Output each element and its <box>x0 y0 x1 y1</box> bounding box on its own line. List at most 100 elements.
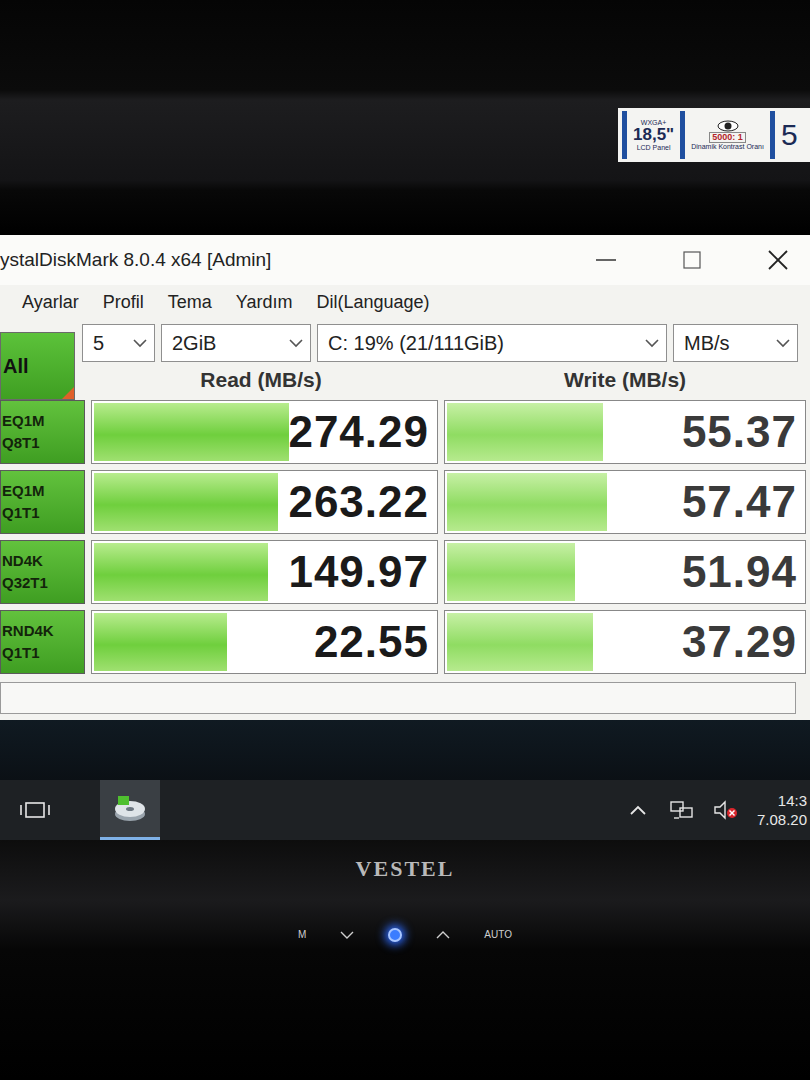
monitor-buttons: M AUTO <box>298 927 512 942</box>
power-button[interactable] <box>388 928 402 942</box>
window-title: ystalDiskMark 8.0.4 x64 [Admin] <box>0 246 271 275</box>
sticker-bar <box>680 111 685 159</box>
crystaldiskmark-window: ystalDiskMark 8.0.4 x64 [Admin] Ayarlar Pr… <box>0 235 810 720</box>
taskbar: 14:37.08.20 <box>0 780 810 840</box>
test-label: ND4K <box>2 550 84 572</box>
write-cell: 51.94 <box>444 540 806 604</box>
task-view-icon[interactable] <box>18 799 52 821</box>
desktop <box>0 720 810 780</box>
menu-bar: Ayarlar Profil Tema Yardım Dil(Language) <box>0 285 810 320</box>
taskbar-app[interactable] <box>100 780 160 840</box>
test-button[interactable]: ND4KQ32T1 <box>0 540 85 604</box>
menu-item[interactable]: Yardım <box>236 289 293 316</box>
read-value: 22.55 <box>314 610 429 674</box>
select-row: 5 2GiB C: 19% (21/111GiB) MB/s <box>82 324 810 362</box>
clock-date: 7.08.20 <box>757 810 807 830</box>
write-cell: 55.37 <box>444 400 806 464</box>
test-label: Q8T1 <box>2 432 84 454</box>
result-row: EQ1MQ1T1263.2257.47 <box>0 470 810 534</box>
column-headers: Read (MB/s)Write (MB/s) <box>82 362 810 398</box>
write-bar <box>447 543 575 601</box>
read-bar <box>94 613 227 671</box>
result-row: RND4KQ1T1 22.55 37.29 <box>0 610 810 674</box>
monitor-top-bezel: WXGA+18,5"LCD Panel 5000: 1Dinamik Kontra… <box>0 0 810 235</box>
write-value: 55.37 <box>682 400 797 464</box>
dropdown[interactable]: C: 19% (21/111GiB) <box>317 324 667 362</box>
dropdown-value: C: 19% (21/111GiB) <box>328 328 638 358</box>
dropdown-value: 2GiB <box>172 328 282 358</box>
auto-button[interactable]: AUTO <box>484 927 512 942</box>
test-label: Q32T1 <box>2 572 84 594</box>
resolution-block: WXGA+18,5"LCD Panel <box>631 111 676 159</box>
resolution-text: WXGA+ <box>641 119 666 126</box>
title-bar: ystalDiskMark 8.0.4 x64 [Admin] <box>0 235 810 285</box>
write-value: 57.47 <box>682 470 797 534</box>
column-header: Write (MB/s) <box>440 364 810 396</box>
dropdown-value: MB/s <box>684 328 769 358</box>
read-value: 274.29 <box>288 400 429 464</box>
all-button[interactable]: All <box>0 332 75 400</box>
speaker-muted-icon[interactable] <box>713 799 739 821</box>
network-icon[interactable] <box>669 799 695 821</box>
test-label: EQ1M <box>2 480 84 502</box>
brand-logo: VESTEL <box>356 852 455 885</box>
write-value: 37.29 <box>682 610 797 674</box>
contrast-text: 5000: 1 <box>709 132 746 143</box>
corner-mark <box>62 387 74 399</box>
read-value: 149.97 <box>288 540 429 604</box>
clock-time: 14:3 <box>778 791 807 811</box>
write-bar <box>447 473 607 531</box>
panel-text: LCD Panel <box>637 144 671 151</box>
test-label: Q1T1 <box>2 642 84 664</box>
all-button-label: All <box>3 351 29 381</box>
chevron-up-icon[interactable] <box>436 931 450 939</box>
test-button[interactable]: EQ1MQ1T1 <box>0 470 85 534</box>
read-bar <box>94 403 289 461</box>
dropdown[interactable]: 2GiB <box>161 324 311 362</box>
system-tray: 14:37.08.20 <box>625 791 810 830</box>
column-header: Read (MB/s) <box>82 364 440 396</box>
contrast-block: 5000: 1Dinamik Kontrast Oranı <box>689 111 766 159</box>
comment-box[interactable] <box>0 682 796 714</box>
menu-item[interactable]: Profil <box>103 289 144 316</box>
chevron-down-icon[interactable] <box>340 931 354 939</box>
minimize-icon[interactable] <box>582 248 630 272</box>
chevron-down-icon <box>288 338 304 348</box>
test-button[interactable]: RND4KQ1T1 <box>0 610 85 674</box>
window-controls <box>582 248 802 272</box>
size-text: 18,5" <box>633 126 674 144</box>
chevron-down-icon <box>644 338 660 348</box>
write-cell: 37.29 <box>444 610 806 674</box>
chevron-up-icon[interactable] <box>625 799 651 821</box>
eye-icon <box>717 120 739 132</box>
read-cell: 274.29 <box>91 400 438 464</box>
menu-item[interactable]: Tema <box>168 289 212 316</box>
dropdown[interactable]: MB/s <box>673 324 798 362</box>
read-cell: 22.55 <box>91 610 438 674</box>
disk-app-icon <box>112 794 148 824</box>
write-bar <box>447 403 603 461</box>
spec-sticker: WXGA+18,5"LCD Panel 5000: 1Dinamik Kontra… <box>618 108 810 162</box>
result-row: ND4KQ32T1 149.9751.94 <box>0 540 810 604</box>
monitor-bottom-bezel: VESTEL M AUTO <box>0 840 810 1080</box>
clock[interactable]: 14:37.08.20 <box>757 791 810 830</box>
menu-item[interactable]: Ayarlar <box>22 289 79 316</box>
test-button[interactable]: EQ1MQ8T1 <box>0 400 85 464</box>
sticker-cut-text: 5 <box>779 111 798 159</box>
chevron-down-icon <box>132 338 148 348</box>
controls-area: All 5 2GiB C: 19% (21/111GiB) MB/s Read (MB/s… <box>0 320 810 398</box>
write-bar <box>447 613 593 671</box>
read-bar <box>94 473 278 531</box>
read-cell: 263.22 <box>91 470 438 534</box>
test-label: RND4K <box>2 620 84 642</box>
dropdown-value: 5 <box>93 328 126 358</box>
results: EQ1MQ8T1274.2955.37EQ1MQ1T1263.2257.47ND… <box>0 398 810 680</box>
maximize-icon[interactable] <box>668 248 716 272</box>
menu-item[interactable]: Dil(Language) <box>316 289 429 316</box>
test-label: EQ1M <box>2 410 84 432</box>
dropdown[interactable]: 5 <box>82 324 155 362</box>
controls-right: 5 2GiB C: 19% (21/111GiB) MB/s Read (MB/s)Wr… <box>82 324 810 398</box>
test-label: Q1T1 <box>2 502 84 524</box>
close-icon[interactable] <box>754 248 802 272</box>
menu-button[interactable]: M <box>298 927 306 942</box>
